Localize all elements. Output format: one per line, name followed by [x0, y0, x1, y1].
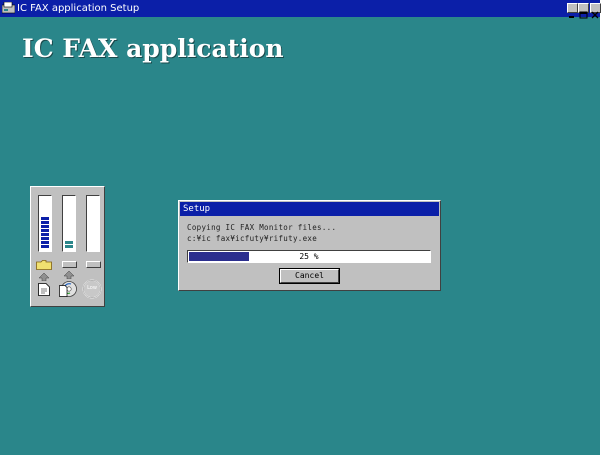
meter-segment	[41, 221, 49, 224]
cancel-button[interactable]: Cancel	[279, 268, 340, 284]
up-arrow-icon	[39, 273, 49, 281]
document-icon	[38, 283, 50, 296]
status-meter-panel: Low	[30, 186, 105, 307]
progress-bar: 25 %	[187, 250, 431, 263]
page-title: IC FAX application	[22, 34, 284, 63]
meter-left	[38, 195, 52, 252]
maximize-button[interactable]	[578, 3, 589, 19]
low-label: Low	[87, 285, 97, 291]
minimize-button[interactable]	[567, 3, 578, 18]
setup-app-icon	[2, 2, 15, 14]
meter-right-button	[86, 261, 101, 268]
meter-segment	[41, 233, 49, 236]
maximize-icon	[579, 11, 588, 19]
meter-segment	[41, 229, 49, 232]
folder-icon	[36, 260, 52, 270]
meter-segment	[41, 225, 49, 228]
setup-dialog: Setup Copying IC FAX Monitor files... c:…	[178, 200, 441, 291]
meter-segment	[65, 241, 73, 244]
setup-window: IC FAX application Setup IC FAX applicat…	[0, 0, 601, 455]
meter-segment	[41, 237, 49, 240]
meter-right	[86, 195, 100, 252]
progress-percent-text: 25 %	[299, 252, 319, 261]
meter-segment	[41, 217, 49, 220]
meter-segment	[65, 245, 73, 248]
copying-status-text: Copying IC FAX Monitor files...	[187, 223, 337, 232]
meter-middle-button	[62, 261, 77, 268]
up-arrow-icon-2	[64, 271, 74, 279]
close-icon	[591, 11, 599, 19]
minimize-icon	[569, 16, 574, 18]
close-button[interactable]	[590, 3, 601, 19]
meter-middle	[62, 195, 76, 252]
window-titlebar[interactable]: IC FAX application Setup	[0, 0, 601, 19]
disc-document-icon	[59, 281, 77, 297]
window-title: IC FAX application Setup	[17, 3, 140, 14]
meter-segment	[41, 241, 49, 244]
current-file-path: c:¥ic fax¥icfuty¥rifuty.exe	[187, 234, 318, 243]
dialog-title[interactable]: Setup	[180, 202, 439, 216]
meter-segment	[41, 245, 49, 248]
